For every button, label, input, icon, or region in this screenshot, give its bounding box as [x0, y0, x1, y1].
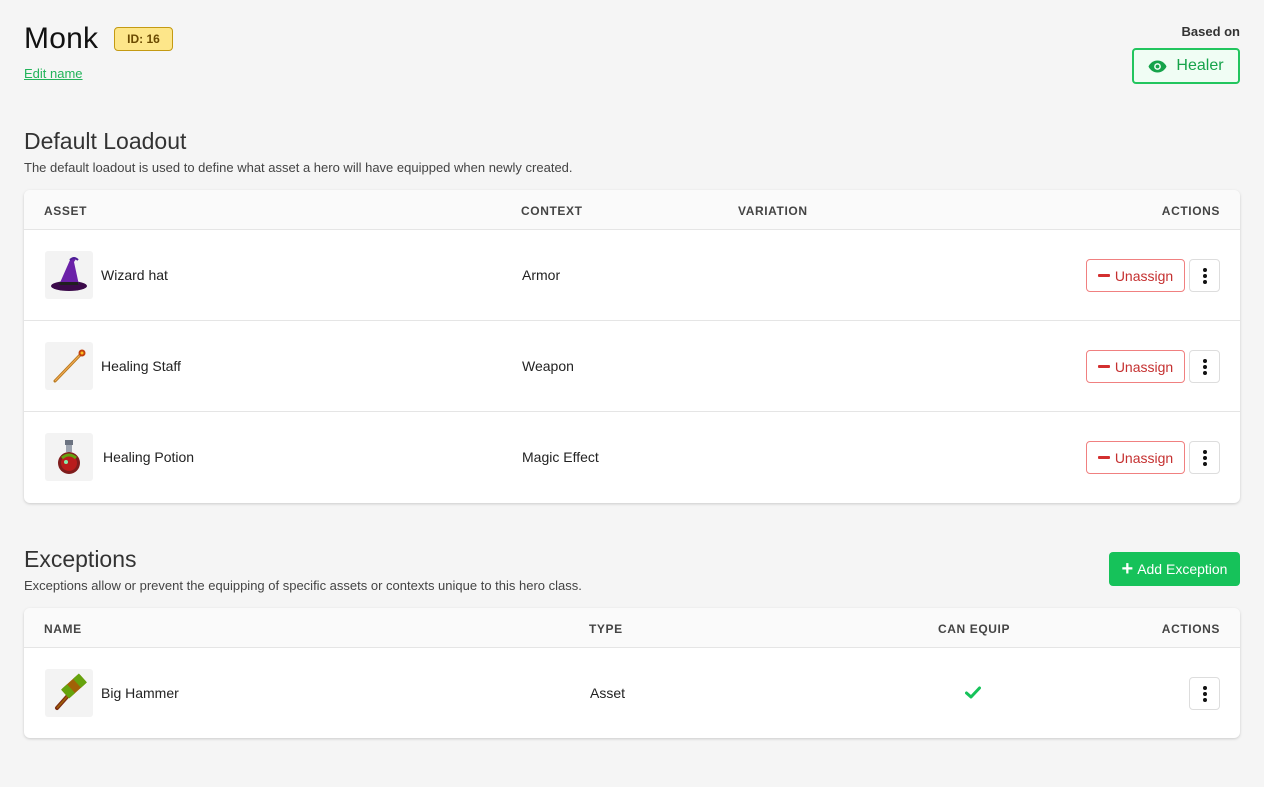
asset-context: Magic Effect — [522, 449, 599, 465]
asset-thumbnail — [45, 251, 93, 299]
exceptions-description: Exceptions allow or prevent the equippin… — [24, 578, 582, 593]
unassign-label: Unassign — [1114, 358, 1174, 375]
column-header-actions: ACTIONS — [1161, 622, 1220, 636]
minus-icon — [1097, 274, 1110, 277]
more-actions-button[interactable] — [1189, 677, 1220, 710]
potion-icon — [58, 440, 80, 474]
kebab-dot — [1202, 358, 1207, 363]
id-badge: ID: 16 — [114, 27, 173, 51]
kebab-dot — [1202, 279, 1207, 284]
loadout-description: The default loadout is used to define wh… — [24, 160, 573, 175]
plus-icon: + — [1121, 558, 1134, 580]
table-row: Healing Staff Weapon Unassign — [24, 321, 1240, 412]
based-on-label: Based on — [1181, 24, 1240, 39]
kebab-dot — [1202, 685, 1207, 690]
unassign-button[interactable]: Unassign — [1086, 350, 1185, 383]
page-header: Monk ID: 16 Edit name — [24, 22, 173, 83]
kebab-dot — [1202, 273, 1207, 278]
exceptions-title: Exceptions — [24, 546, 137, 572]
staff-icon — [53, 349, 86, 383]
asset-name: Healing Potion — [103, 449, 195, 465]
table-header: NAME TYPE CAN EQUIP ACTIONS — [24, 608, 1240, 648]
page-title: Monk — [24, 22, 99, 55]
check-icon — [965, 686, 981, 704]
asset-name: Wizard hat — [101, 267, 168, 283]
asset-thumbnail — [45, 433, 93, 481]
column-header-can-equip: CAN EQUIP — [938, 622, 1011, 636]
table-row: Wizard hat Armor Unassign — [24, 230, 1240, 321]
kebab-dot — [1202, 455, 1207, 460]
table-row: Big Hammer Asset — [24, 648, 1240, 738]
exception-type: Asset — [590, 685, 626, 701]
kebab-dot — [1202, 449, 1207, 454]
more-actions-button[interactable] — [1189, 259, 1220, 292]
column-header-actions: ACTIONS — [1161, 204, 1220, 218]
kebab-dot — [1202, 697, 1207, 702]
based-on-button-label: Healer — [1176, 57, 1224, 74]
column-header-asset: ASSET — [44, 204, 88, 218]
unassign-button[interactable]: Unassign — [1086, 259, 1185, 292]
kebab-dot — [1202, 461, 1207, 466]
based-on-button[interactable]: Healer — [1132, 48, 1240, 84]
column-header-variation: VARIATION — [738, 204, 808, 218]
eye-icon — [1148, 60, 1167, 72]
kebab-dot — [1202, 370, 1207, 375]
asset-context: Armor — [522, 267, 561, 283]
add-exception-button[interactable]: + Add Exception — [1109, 552, 1240, 586]
loadout-title: Default Loadout — [24, 128, 187, 154]
asset-thumbnail — [45, 669, 93, 717]
unassign-label: Unassign — [1114, 267, 1174, 284]
kebab-dot — [1202, 364, 1207, 369]
loadout-table: ASSET CONTEXT VARIATION ACTIONS Wizard h… — [24, 190, 1240, 503]
minus-icon — [1097, 456, 1110, 459]
exceptions-table: NAME TYPE CAN EQUIP ACTIONS Big Hammer A… — [24, 608, 1240, 738]
edit-name-link[interactable]: Edit name — [24, 66, 83, 81]
title-row: Monk ID: 16 — [24, 22, 173, 56]
asset-context: Weapon — [522, 358, 574, 374]
asset-name: Healing Staff — [101, 358, 181, 374]
kebab-dot — [1202, 267, 1207, 272]
kebab-dot — [1202, 691, 1207, 696]
more-actions-button[interactable] — [1189, 441, 1220, 474]
minus-icon — [1097, 365, 1110, 368]
column-header-context: CONTEXT — [521, 204, 583, 218]
table-header: ASSET CONTEXT VARIATION ACTIONS — [24, 190, 1240, 230]
unassign-button[interactable]: Unassign — [1086, 441, 1185, 474]
table-row: Healing Potion Magic Effect Unassign — [24, 412, 1240, 503]
unassign-label: Unassign — [1114, 449, 1174, 466]
more-actions-button[interactable] — [1189, 350, 1220, 383]
asset-thumbnail — [45, 342, 93, 390]
add-exception-label: Add Exception — [1137, 561, 1228, 577]
based-on-panel: Based on Healer — [1132, 24, 1240, 84]
wizard-hat-icon — [51, 257, 87, 291]
exception-name: Big Hammer — [101, 685, 179, 701]
column-header-type: TYPE — [589, 622, 623, 636]
column-header-name: NAME — [44, 622, 82, 636]
hammer-icon — [55, 673, 87, 710]
